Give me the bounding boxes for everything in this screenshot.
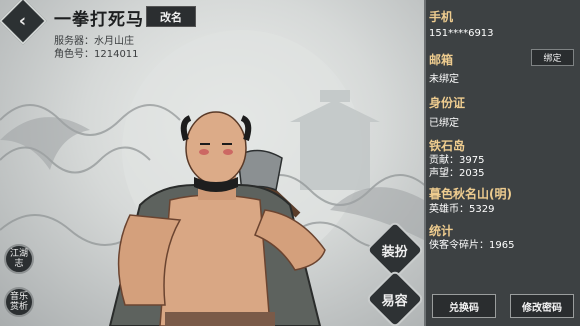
bind-email-button[interactable]: 绑定 xyxy=(531,49,574,66)
role-id-info: 角色号：1214011 xyxy=(54,49,139,60)
jianghu-journal-button[interactable]: 江湖志 xyxy=(4,244,34,274)
player-name: 一拳打死马 xyxy=(54,10,144,30)
email-title: 邮箱 xyxy=(429,53,454,67)
redeem-code-button[interactable]: 兑换码 xyxy=(432,294,496,318)
phone-value: 151****6913 xyxy=(429,28,494,39)
email-value: 未绑定 xyxy=(429,74,459,85)
account-panel: 手机 151****6913 邮箱 绑定 未绑定 身份证 已绑定 铁石岛 贡献：… xyxy=(424,0,580,326)
token-shards: 侠客令碎片：1965 xyxy=(429,240,515,251)
change-password-button[interactable]: 修改密码 xyxy=(510,294,574,318)
music-appreciation-button[interactable]: 音乐赏析 xyxy=(4,287,34,317)
character-scene: ‹ 一拳打死马 改名 服务器：水月山庄 角色号：1214011 江湖志 音乐赏析… xyxy=(0,0,424,326)
panel-divider xyxy=(424,0,426,326)
tieshi-fame: 声望：2035 xyxy=(429,168,485,179)
dress-up-label: 装扮 xyxy=(381,244,409,260)
disguise-label: 易容 xyxy=(381,293,409,309)
phone-title: 手机 xyxy=(429,10,454,24)
hero-coin: 英雄币：5329 xyxy=(429,204,495,215)
id-card-title: 身份证 xyxy=(429,96,466,110)
back-arrow-icon: ‹ xyxy=(19,10,27,32)
rename-button[interactable]: 改名 xyxy=(146,6,196,27)
id-card-value: 已绑定 xyxy=(429,118,459,129)
